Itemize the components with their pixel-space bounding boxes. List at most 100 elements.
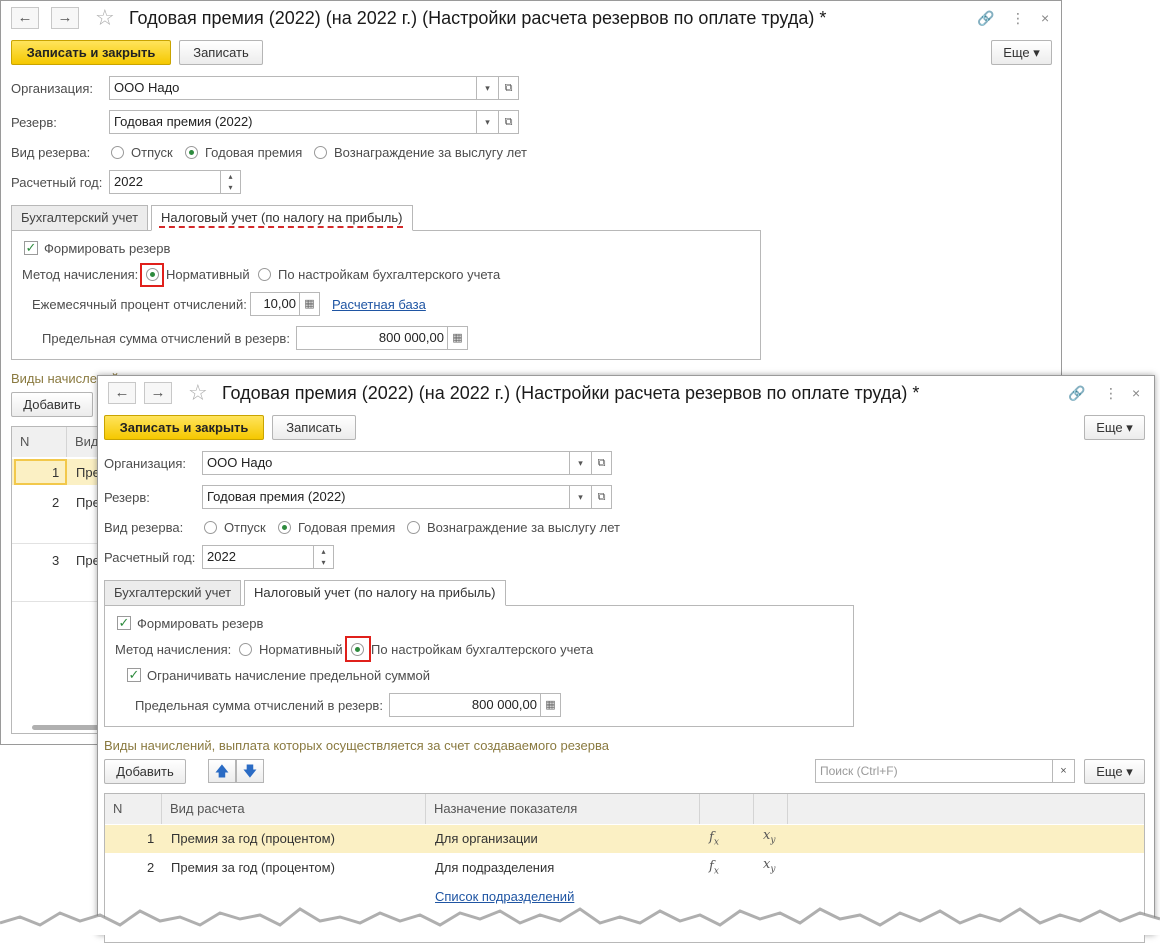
back-arrow-icon[interactable]: ← [108, 382, 136, 404]
reserve-label: Резерв: [104, 490, 150, 505]
save-button[interactable]: Записать [272, 415, 356, 440]
monthly-field[interactable]: 10,00 [250, 292, 300, 316]
calculator-icon[interactable]: ▦ [300, 292, 320, 316]
more-vertical-icon[interactable]: ⋮ [1011, 10, 1025, 26]
save-close-button[interactable]: Записать и закрыть [11, 40, 171, 65]
reserve-field[interactable]: Годовая премия (2022) [109, 110, 477, 134]
row-purpose: Для подразделения [435, 860, 555, 875]
org-field[interactable]: ООО Надо [109, 76, 477, 100]
form-reserve-checkbox[interactable]: ✓ [24, 241, 38, 255]
row-n: 2 [52, 495, 60, 510]
base-link[interactable]: Расчетная база [332, 297, 426, 312]
org-open-icon[interactable]: ⧉ [499, 76, 519, 100]
reserve-field[interactable]: Годовая премия (2022) [202, 485, 570, 509]
method-accounting-radio[interactable] [351, 643, 364, 656]
kind-seniority-label: Вознаграждение за выслугу лет [427, 520, 620, 535]
method-normative-label: Нормативный [259, 642, 343, 657]
search-clear-icon[interactable]: × [1053, 759, 1075, 783]
method-normative-radio[interactable] [146, 268, 159, 281]
reserve-dropdown-icon[interactable]: ▾ [570, 485, 592, 509]
more-button[interactable]: Еще ▾ [1084, 415, 1145, 440]
link-icon[interactable]: 🔗 [977, 10, 994, 26]
move-up-arrow-icon[interactable]: 🡅 [208, 759, 236, 783]
year-field[interactable]: 2022 [202, 545, 314, 569]
limit-field[interactable]: 800 000,00 [296, 326, 448, 350]
tab-accounting[interactable]: Бухгалтерский учет [11, 205, 149, 231]
back-arrow-icon[interactable]: ← [11, 7, 39, 29]
year-spinner[interactable]: ▴ ▾ [221, 170, 241, 194]
favorite-star-icon[interactable]: ☆ [188, 382, 208, 404]
link-icon[interactable]: 🔗 [1068, 385, 1085, 401]
tab-tax-highlight [159, 226, 403, 228]
kind-bonus-radio[interactable] [278, 521, 291, 534]
horizontal-scrollbar[interactable] [32, 725, 100, 730]
formula-fx-icon[interactable]: 𝑓x [709, 859, 719, 877]
org-dropdown-icon[interactable]: ▾ [570, 451, 592, 475]
move-down-arrow-icon[interactable]: 🡇 [236, 759, 264, 783]
window-title: Годовая премия (2022) (на 2022 г.) (Наст… [129, 8, 827, 28]
limit-checkbox[interactable]: ✓ [127, 668, 141, 682]
forward-arrow-icon[interactable]: → [51, 7, 79, 29]
header-blank [788, 794, 1144, 824]
row-purpose: Для организации [435, 831, 538, 846]
row-n: 1 [52, 465, 60, 480]
torn-edge [0, 907, 1160, 935]
method-normative-radio[interactable] [239, 643, 252, 656]
save-close-button[interactable]: Записать и закрыть [104, 415, 264, 440]
add-button[interactable]: Добавить [11, 392, 93, 417]
accruals-title: Виды начислений, выплата которых осущест… [104, 738, 609, 753]
kind-bonus-label: Годовая премия [298, 520, 396, 535]
calculator-icon[interactable]: ▦ [541, 693, 561, 717]
org-open-icon[interactable]: ⧉ [592, 451, 612, 475]
year-spinner[interactable]: ▴ ▾ [314, 545, 334, 569]
tab-accounting[interactable]: Бухгалтерский учет [104, 580, 242, 606]
favorite-star-icon[interactable]: ☆ [95, 7, 115, 29]
org-label: Организация: [104, 456, 187, 471]
reserve-open-icon[interactable]: ⧉ [592, 485, 612, 509]
kind-bonus-radio[interactable] [185, 146, 198, 159]
limit-label: Предельная сумма отчислений в резерв: [42, 331, 290, 346]
tab-tax[interactable]: Налоговый учет (по налогу на прибыль) [244, 580, 506, 606]
calculator-icon[interactable]: ▦ [448, 326, 468, 350]
form-reserve-checkbox[interactable]: ✓ [117, 616, 131, 630]
add-button[interactable]: Добавить [104, 759, 186, 784]
close-icon[interactable]: × [1041, 10, 1049, 26]
kind-vacation-radio[interactable] [204, 521, 217, 534]
org-dropdown-icon[interactable]: ▾ [477, 76, 499, 100]
formula-fx-icon[interactable]: 𝑓x [709, 830, 719, 848]
reserve-open-icon[interactable]: ⧉ [499, 110, 519, 134]
kind-seniority-radio[interactable] [407, 521, 420, 534]
org-field[interactable]: ООО Надо [202, 451, 570, 475]
tax-panel: ✓ Формировать резерв Метод начисления: Н… [104, 605, 854, 727]
reserve-dropdown-icon[interactable]: ▾ [477, 110, 499, 134]
accruals-table-back: N Вид 1 Пре 2 Пре 3 Пре [11, 426, 101, 734]
header-fx [700, 794, 754, 824]
kind-vacation-radio[interactable] [111, 146, 124, 159]
year-label: Расчетный год: [104, 550, 196, 565]
header-xy [754, 794, 788, 824]
forward-arrow-icon[interactable]: → [144, 382, 172, 404]
kind-seniority-label: Вознаграждение за выслугу лет [334, 145, 527, 160]
formula-xy-icon[interactable]: xy [763, 828, 775, 846]
save-button[interactable]: Записать [179, 40, 263, 65]
year-field[interactable]: 2022 [109, 170, 221, 194]
search-input[interactable]: Поиск (Ctrl+F) [815, 759, 1053, 783]
more-button[interactable]: Еще ▾ [991, 40, 1052, 65]
close-icon[interactable]: × [1132, 385, 1140, 401]
form-reserve-label: Формировать резерв [44, 241, 171, 256]
more-vertical-icon[interactable]: ⋮ [1104, 385, 1118, 401]
header-purpose: Назначение показателя [426, 794, 700, 824]
method-accounting-label: По настройкам бухгалтерского учета [278, 267, 501, 282]
row-kind: Премия за год (процентом) [171, 860, 335, 875]
method-accounting-radio[interactable] [258, 268, 271, 281]
year-label: Расчетный год: [11, 175, 103, 190]
kind-seniority-radio[interactable] [314, 146, 327, 159]
header-kind: Вид расчета [162, 794, 426, 824]
formula-xy-icon[interactable]: xy [763, 857, 775, 875]
limit-field[interactable]: 800 000,00 [389, 693, 541, 717]
header-kind: Вид [67, 427, 100, 457]
kind-label: Вид резерва: [104, 520, 184, 535]
table-more-button[interactable]: Еще ▾ [1084, 759, 1145, 784]
kind-vacation-label: Отпуск [131, 145, 173, 160]
row-n: 2 [147, 860, 155, 875]
